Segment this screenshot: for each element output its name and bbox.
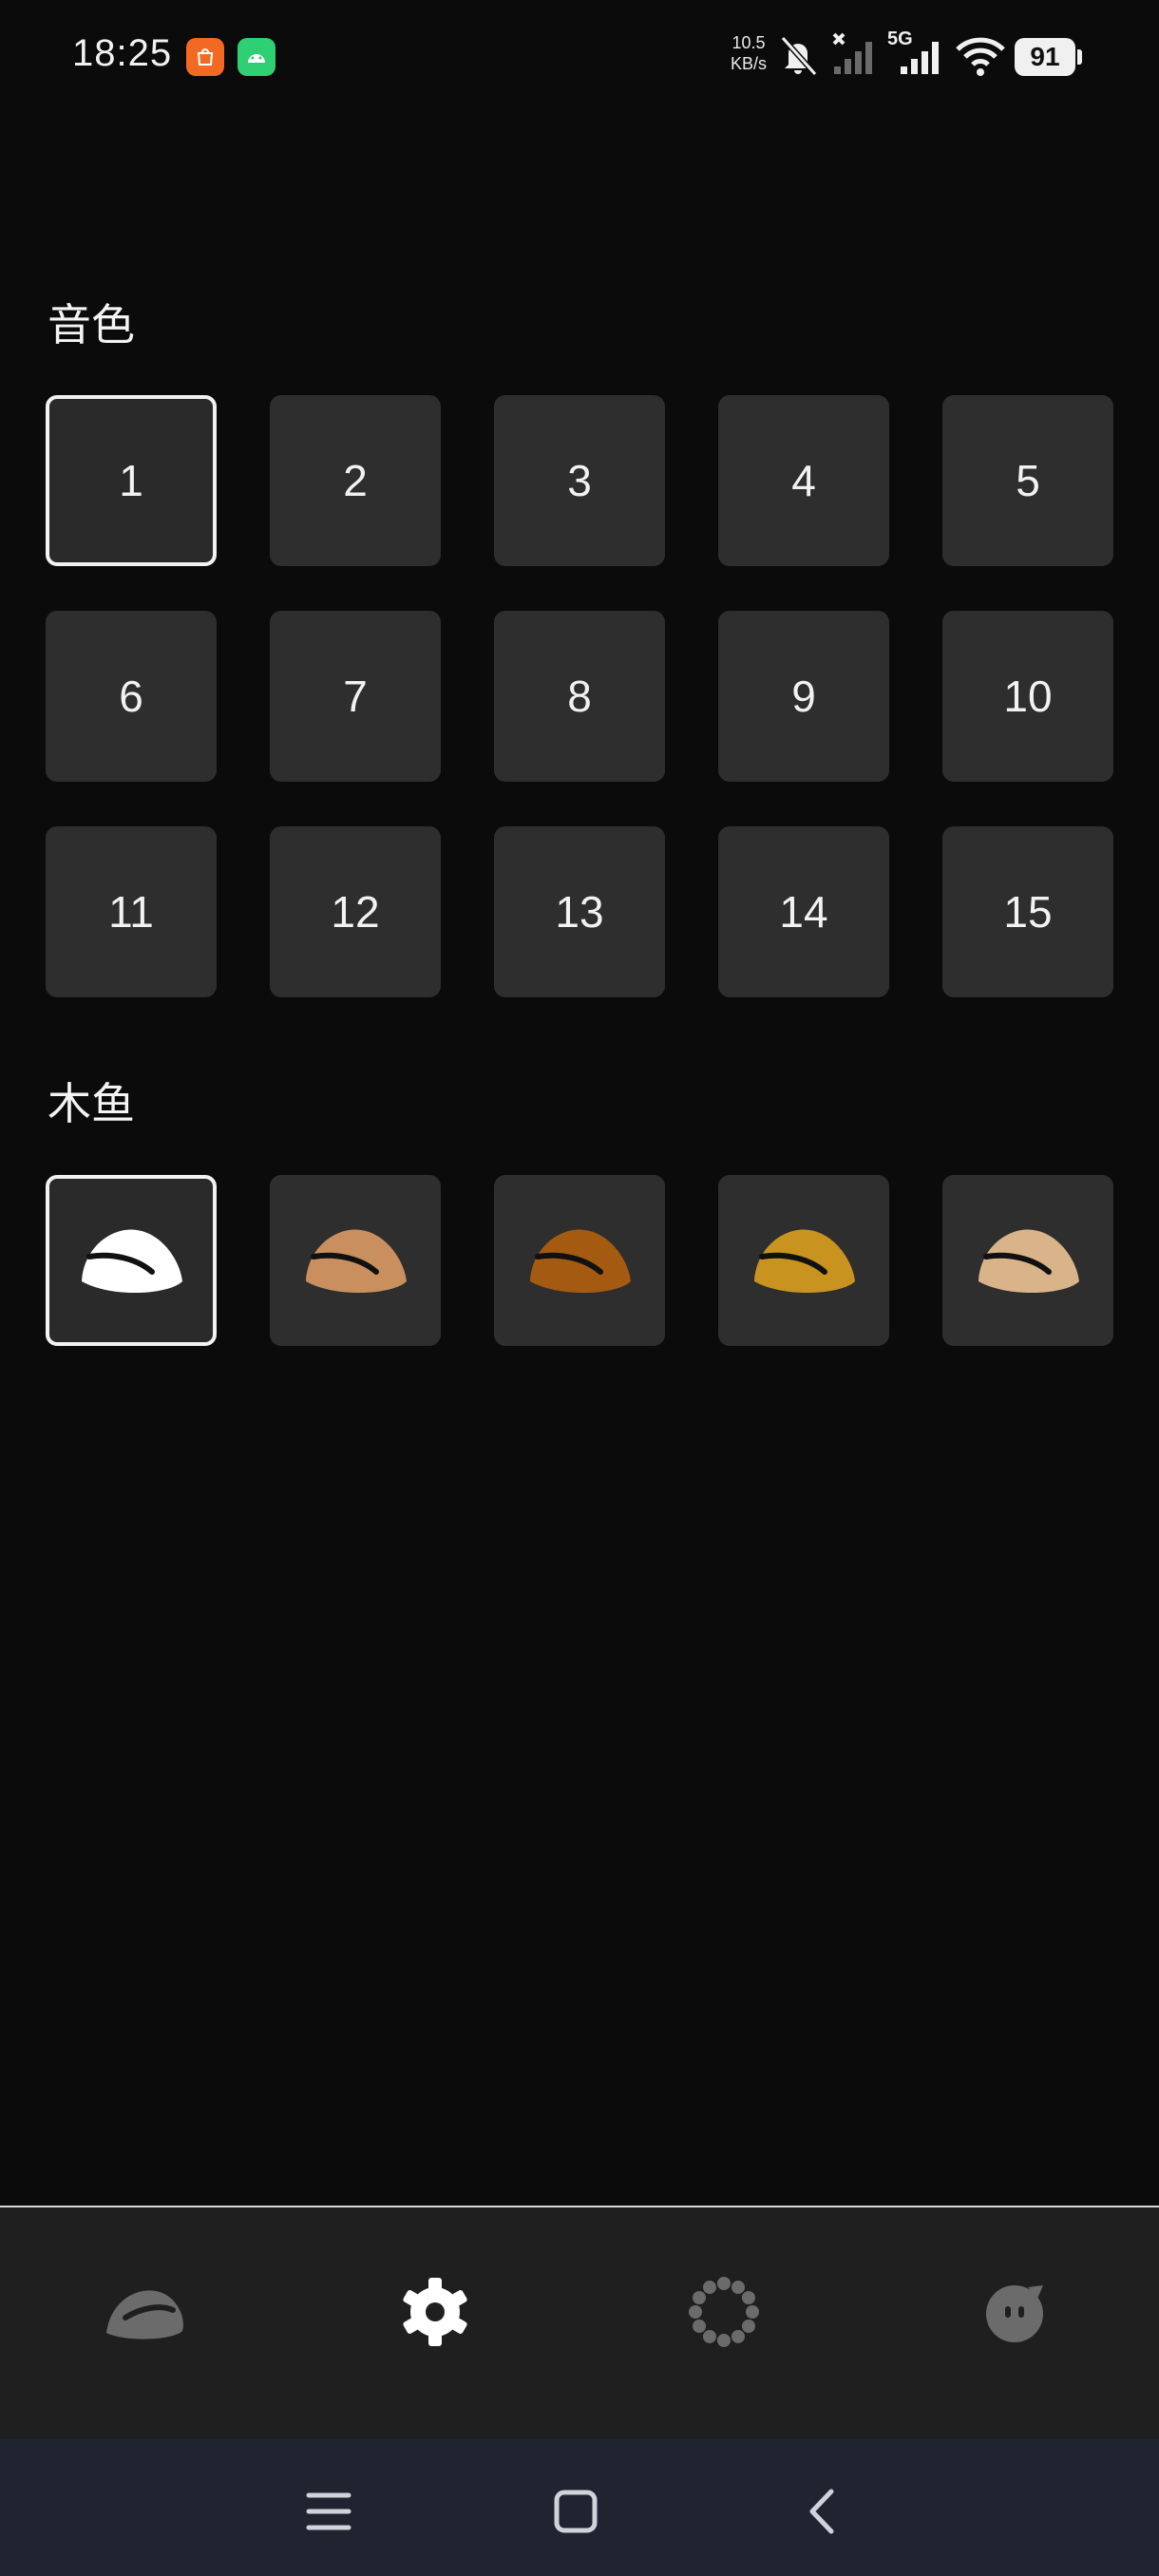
white-muyu-icon <box>82 1229 182 1294</box>
light-wood-muyu-icon <box>306 1229 407 1294</box>
golden-muyu-icon <box>754 1229 855 1294</box>
bead-shape <box>732 2281 745 2295</box>
timbre-option-4[interactable]: 4 <box>718 395 889 566</box>
muyu-option-2[interactable] <box>270 1175 441 1346</box>
tab-settings[interactable] <box>378 2255 492 2369</box>
mute-icon <box>780 35 818 77</box>
signal-icon <box>901 42 939 74</box>
net-speed-value: 10.5 <box>732 33 766 52</box>
bead-shape <box>732 2329 745 2343</box>
timbre-option-11[interactable]: 11 <box>46 826 217 997</box>
timbre-section-title: 音色 <box>48 300 135 350</box>
tab-beads[interactable] <box>667 2255 781 2369</box>
bead-shape <box>746 2305 759 2319</box>
timbre-option-14[interactable]: 14 <box>718 826 889 997</box>
shop-app-icon <box>186 38 224 76</box>
net-speed: 10.5 KB/s <box>720 32 777 74</box>
timbre-option-1[interactable]: 1 <box>46 395 217 566</box>
beige-muyu-icon <box>978 1229 1079 1294</box>
muyu-option-4[interactable] <box>718 1175 889 1346</box>
tab-muyu[interactable] <box>87 2255 201 2369</box>
bead-shape <box>717 2277 731 2290</box>
face-tab-icon <box>986 2285 1043 2342</box>
timbre-option-15[interactable]: 15 <box>942 826 1113 997</box>
menu-icon <box>306 2492 352 2530</box>
timbre-option-8[interactable]: 8 <box>494 611 665 782</box>
home-icon <box>554 2490 598 2533</box>
bead-shape <box>693 2291 707 2304</box>
bead-shape <box>689 2305 702 2319</box>
muyu-tab-icon <box>106 2290 183 2339</box>
bead-shape <box>703 2329 716 2343</box>
bead-shape <box>693 2320 707 2333</box>
bead-shape <box>703 2281 716 2295</box>
system-nav-bar <box>0 2439 1159 2576</box>
status-time: 18:25 <box>72 32 173 74</box>
menu-button[interactable] <box>291 2473 367 2549</box>
bead-shape <box>741 2291 755 2304</box>
muyu-section-title: 木鱼 <box>48 1079 135 1128</box>
settings-tab-icon <box>403 2278 467 2346</box>
back-button[interactable] <box>785 2473 861 2549</box>
timbre-option-12[interactable]: 12 <box>270 826 441 997</box>
no-signal-icon <box>832 32 872 74</box>
muyu-option-5[interactable] <box>942 1175 1113 1346</box>
wifi-icon <box>956 37 1005 76</box>
muyu-option-3[interactable] <box>494 1175 665 1346</box>
bead-shape <box>717 2334 731 2347</box>
timbre-option-2[interactable]: 2 <box>270 395 441 566</box>
beads-tab-icon <box>689 2277 759 2347</box>
android-app-icon <box>238 38 276 76</box>
back-icon <box>809 2489 834 2534</box>
net-speed-unit: KB/s <box>730 54 767 73</box>
status-bar: 18:25 10.5 KB/s 5G 91 <box>0 0 1159 114</box>
muyu-option-1[interactable] <box>46 1175 217 1346</box>
battery-tip <box>1077 49 1082 65</box>
bottom-tab-bar <box>0 2206 1159 2439</box>
battery-indicator: 91 <box>1015 38 1075 76</box>
timbre-option-13[interactable]: 13 <box>494 826 665 997</box>
timbre-option-10[interactable]: 10 <box>942 611 1113 782</box>
dark-wood-muyu-icon <box>530 1229 631 1294</box>
timbre-option-5[interactable]: 5 <box>942 395 1113 566</box>
timbre-option-3[interactable]: 3 <box>494 395 665 566</box>
bead-shape <box>741 2320 755 2333</box>
timbre-option-9[interactable]: 9 <box>718 611 889 782</box>
tab-face[interactable] <box>958 2255 1072 2369</box>
home-button[interactable] <box>538 2473 614 2549</box>
timbre-option-6[interactable]: 6 <box>46 611 217 782</box>
timbre-option-7[interactable]: 7 <box>270 611 441 782</box>
